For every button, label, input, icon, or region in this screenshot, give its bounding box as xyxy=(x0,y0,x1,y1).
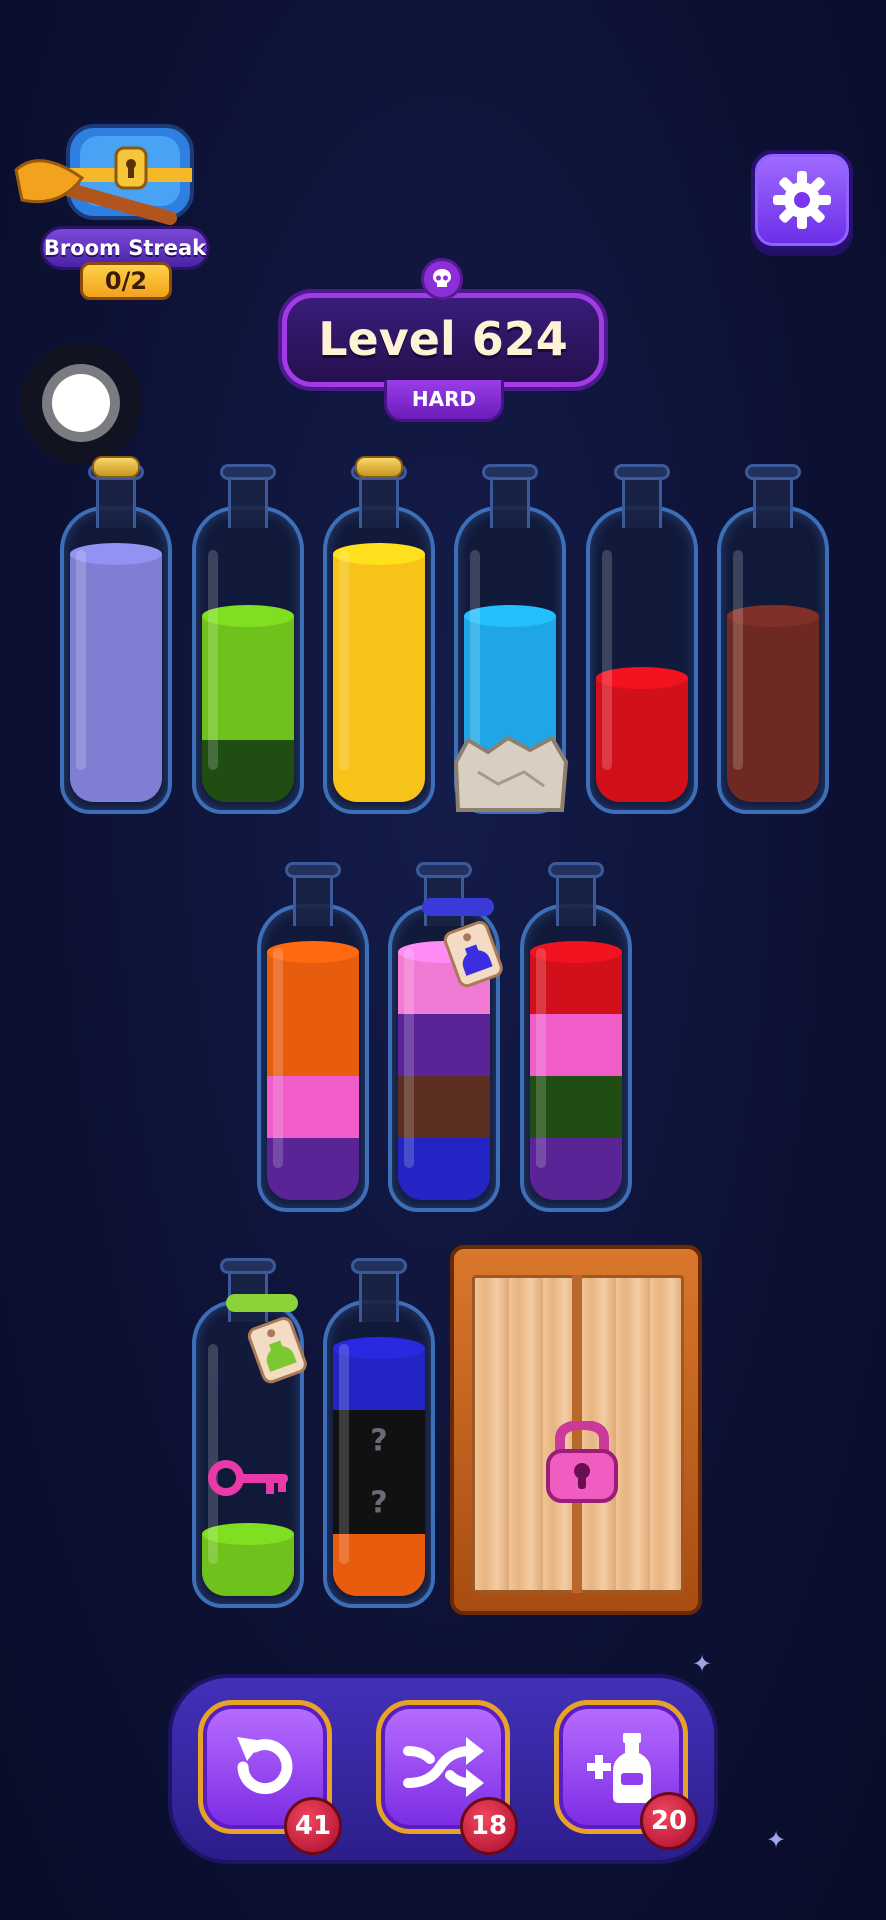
glass-shine xyxy=(208,550,218,770)
bottle[interactable] xyxy=(586,464,698,814)
bottle[interactable] xyxy=(323,456,435,814)
level-title: Level 624 xyxy=(282,293,604,387)
record-dot xyxy=(52,374,110,432)
glass-shine xyxy=(602,550,612,770)
blue-potion-tag-icon xyxy=(422,898,503,988)
add-bottle-count-badge: 20 xyxy=(640,1792,698,1850)
bottle-rim xyxy=(548,862,604,878)
bottle-glass xyxy=(586,506,698,814)
bottle-glass xyxy=(257,904,369,1212)
glass-shine xyxy=(273,948,283,1168)
bottle[interactable] xyxy=(192,1258,307,1608)
broom-streak-widget[interactable]: Broom Streak 0/2 xyxy=(10,118,210,303)
bottle-glass xyxy=(323,506,435,814)
bottle[interactable]: ?? xyxy=(323,1258,435,1608)
bottle-glass xyxy=(717,506,829,814)
undo-count-badge: 41 xyxy=(284,1797,342,1855)
glass-shine xyxy=(536,948,546,1168)
streak-count: 0/2 xyxy=(80,262,172,300)
green-potion-tag-icon xyxy=(226,1294,307,1384)
add-bottle-icon xyxy=(587,1733,651,1803)
glass-shine xyxy=(339,1344,349,1564)
glass-shine xyxy=(339,550,349,770)
undo-icon xyxy=(237,1737,293,1795)
bottle[interactable] xyxy=(257,862,369,1212)
bottle[interactable] xyxy=(60,456,172,814)
bottle-rim xyxy=(351,1258,407,1274)
glass-shine xyxy=(76,550,86,770)
bottle-glass xyxy=(520,904,632,1212)
stone-block-icon xyxy=(453,735,569,812)
difficulty-badge: HARD xyxy=(384,380,504,422)
bottle-rim xyxy=(285,862,341,878)
cork-icon xyxy=(355,456,403,478)
bottle-rim xyxy=(614,464,670,480)
bottle[interactable] xyxy=(520,862,632,1212)
locked-cabinet[interactable] xyxy=(450,1245,702,1615)
glass-shine xyxy=(733,550,743,770)
skull-icon xyxy=(421,258,463,300)
bottle[interactable] xyxy=(388,862,503,1212)
bottle-glass xyxy=(192,506,304,814)
bottle[interactable] xyxy=(453,464,569,814)
bottle-rim xyxy=(745,464,801,480)
bottle-rim xyxy=(220,1258,276,1274)
cork-icon xyxy=(92,456,140,478)
bottle-glass: ?? xyxy=(323,1300,435,1608)
key-icon xyxy=(208,1460,288,1496)
sparkle-decoration: ✦ xyxy=(692,1650,713,1678)
settings-button[interactable] xyxy=(751,150,853,250)
record-button[interactable] xyxy=(20,342,142,464)
bottle-glass xyxy=(60,506,172,814)
record-ring xyxy=(42,364,120,442)
bottle-rim xyxy=(220,464,276,480)
bottle-rim xyxy=(416,862,472,878)
sparkle-decoration: ✦ xyxy=(766,1826,787,1854)
shuffle-count-badge: 18 xyxy=(460,1797,518,1855)
bottle[interactable] xyxy=(717,464,829,814)
gear-icon xyxy=(773,171,831,229)
shuffle-icon xyxy=(403,1737,484,1797)
bottle[interactable] xyxy=(192,464,304,814)
padlock-icon xyxy=(546,1421,618,1503)
bottle-rim xyxy=(482,464,538,480)
